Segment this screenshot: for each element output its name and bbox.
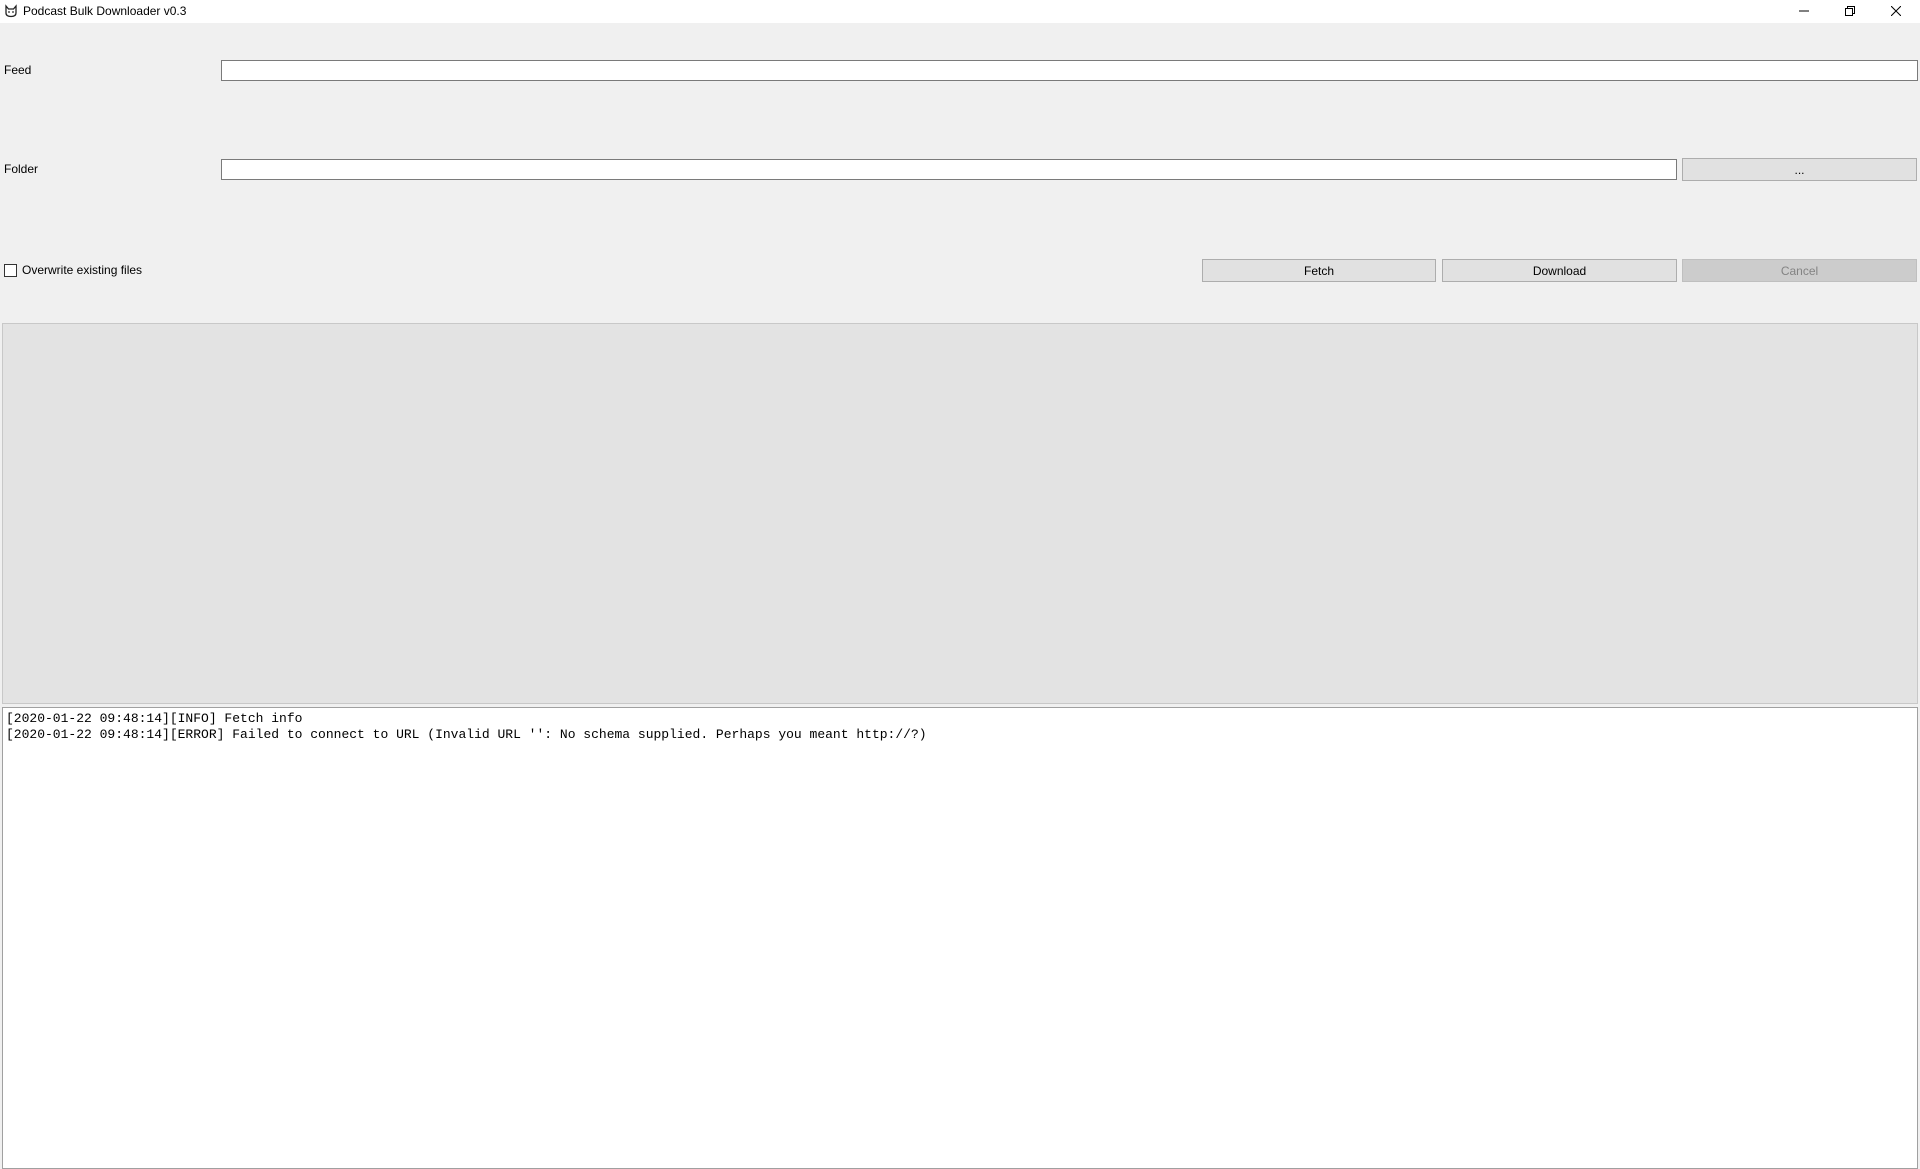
feed-input[interactable] xyxy=(221,60,1918,81)
minimize-button[interactable] xyxy=(1781,0,1827,23)
feed-label: Feed xyxy=(4,63,32,77)
log-output[interactable]: [2020-01-22 09:48:14][INFO] Fetch info [… xyxy=(2,707,1918,1169)
fetch-button[interactable]: Fetch xyxy=(1202,259,1436,282)
overwrite-checkbox[interactable] xyxy=(4,264,17,277)
window-title: Podcast Bulk Downloader v0.3 xyxy=(23,4,187,18)
app-window: Podcast Bulk Downloader v0.3 Feed Folder… xyxy=(0,0,1920,1169)
folder-label: Folder xyxy=(4,162,39,176)
log-line: [2020-01-22 09:48:14][ERROR] Failed to c… xyxy=(6,727,927,742)
restore-icon xyxy=(1845,5,1855,19)
folder-input[interactable] xyxy=(221,159,1677,180)
browse-folder-button[interactable]: ... xyxy=(1682,158,1917,181)
episodes-panel[interactable] xyxy=(2,323,1918,704)
cat-face-icon xyxy=(4,4,18,18)
restore-button[interactable] xyxy=(1827,0,1873,23)
cancel-button[interactable]: Cancel xyxy=(1682,259,1917,282)
close-icon xyxy=(1890,5,1902,19)
download-button[interactable]: Download xyxy=(1442,259,1677,282)
minimize-icon xyxy=(1799,5,1809,19)
overwrite-label[interactable]: Overwrite existing files xyxy=(22,263,142,278)
close-button[interactable] xyxy=(1873,0,1919,23)
title-bar[interactable]: Podcast Bulk Downloader v0.3 xyxy=(0,0,1920,23)
log-line: [2020-01-22 09:48:14][INFO] Fetch info xyxy=(6,711,303,726)
